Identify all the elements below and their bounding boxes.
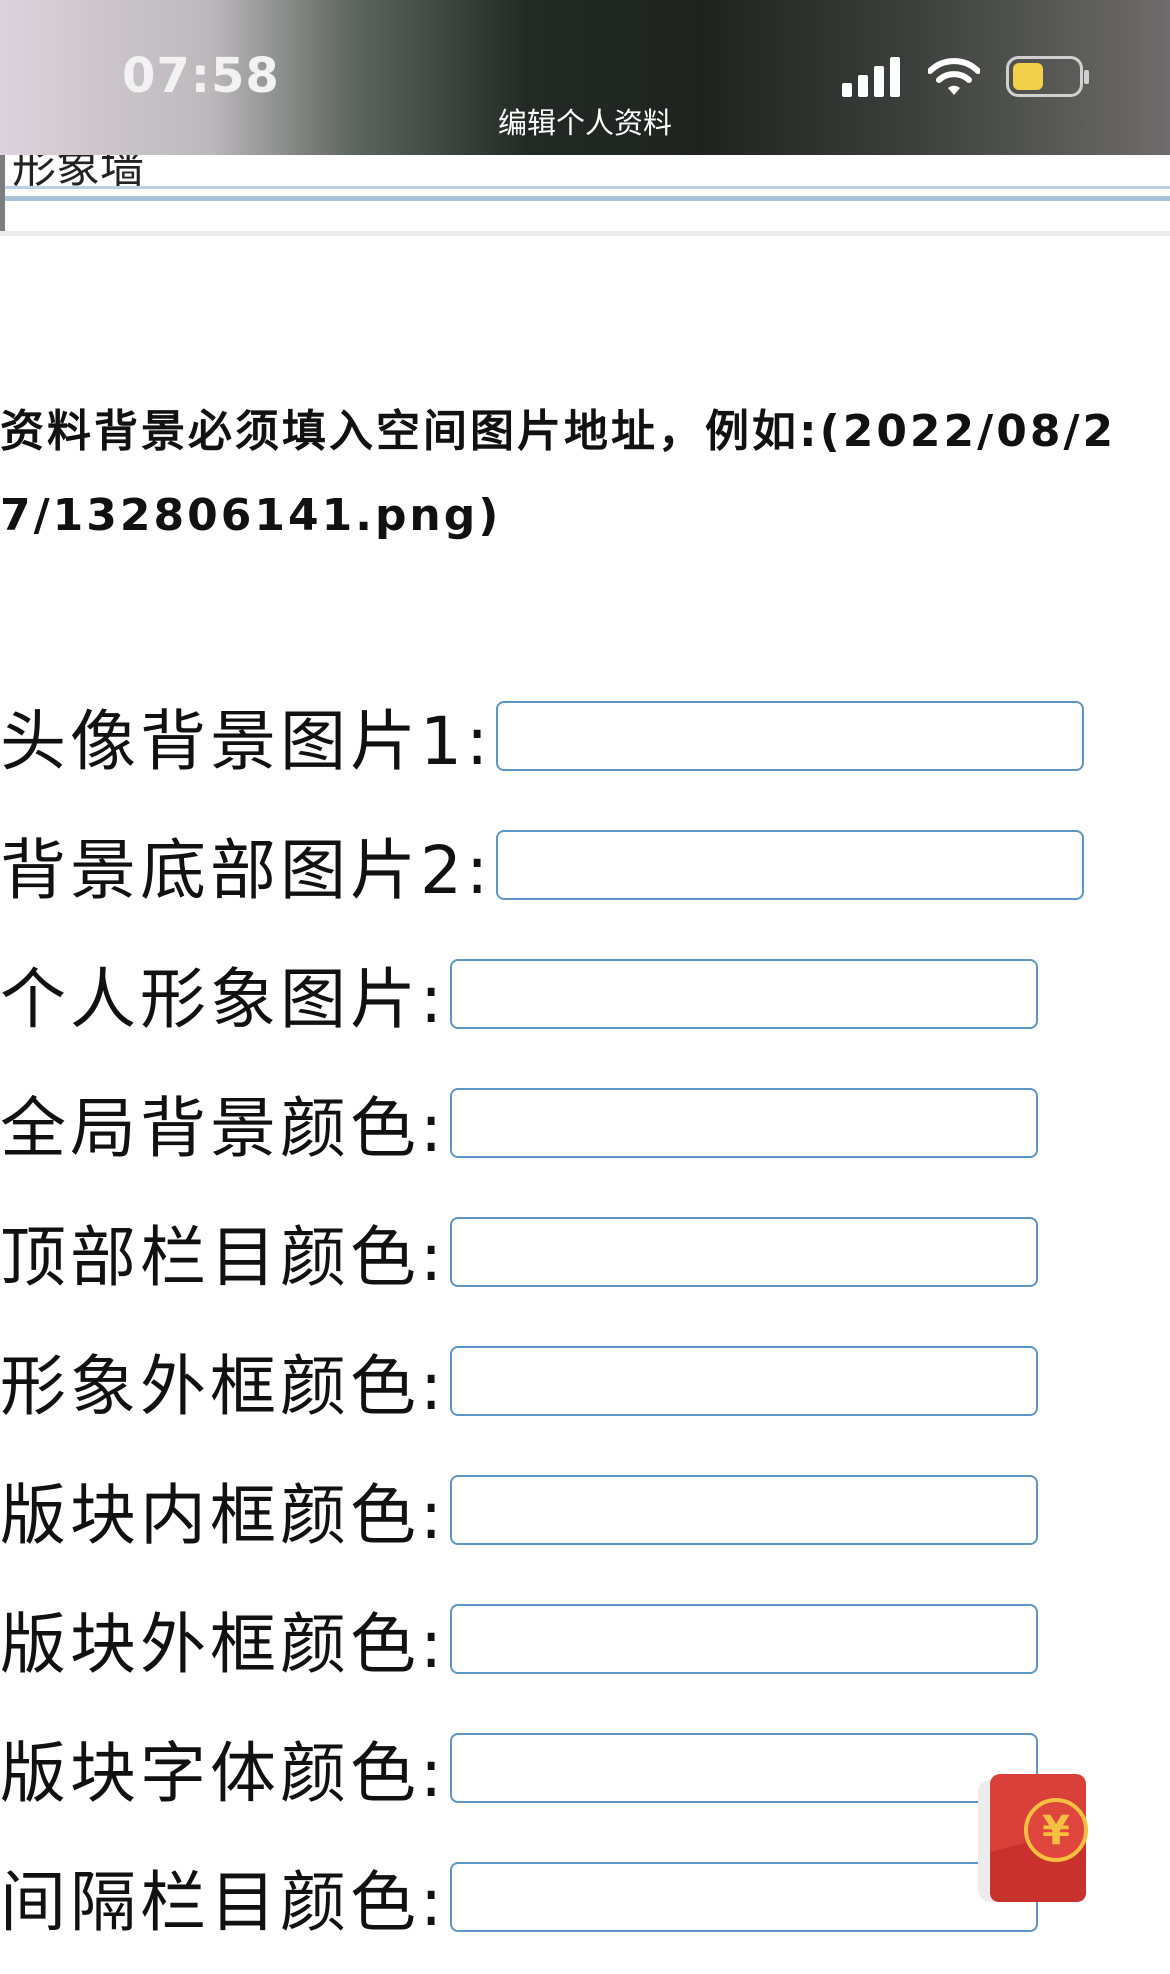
page-title: 编辑个人资料 <box>497 106 672 140</box>
divider-line <box>5 196 1170 201</box>
field-label: 版块字体颜色: <box>0 1735 447 1812</box>
field-label: 间隔栏目颜色: <box>0 1864 447 1941</box>
status-time: 07:58 <box>122 48 280 104</box>
block-outer-frame-color-input[interactable] <box>450 1604 1039 1674</box>
field-row-top-bar-color: 顶部栏目颜色: <box>0 1212 1039 1296</box>
field-label: 背景底部图片2: <box>0 832 493 909</box>
field-label: 全局背景颜色: <box>0 1090 447 1167</box>
global-bg-color-input[interactable] <box>450 1088 1039 1158</box>
field-row-separator-color: 间隔栏目颜色: <box>0 1857 1039 1941</box>
field-label: 个人形象图片: <box>0 961 447 1038</box>
field-label: 顶部栏目颜色: <box>0 1219 447 1296</box>
top-bar-color-input[interactable] <box>450 1217 1039 1287</box>
red-envelope-button[interactable]: ¥ <box>978 1772 1090 1906</box>
divider-line <box>0 231 1170 236</box>
field-row-profile-image: 个人形象图片: <box>0 954 1039 1038</box>
field-row-global-bg-color: 全局背景颜色: <box>0 1083 1039 1167</box>
field-label: 形象外框颜色: <box>0 1348 447 1425</box>
field-label: 头像背景图片1: <box>0 703 493 780</box>
block-font-color-input[interactable] <box>450 1733 1039 1803</box>
bg-bottom-image-2-input[interactable] <box>496 830 1085 900</box>
block-inner-frame-color-input[interactable] <box>450 1475 1039 1545</box>
divider-line <box>5 186 1170 189</box>
profile-frame-color-input[interactable] <box>450 1346 1039 1416</box>
previous-section: 形象墙 <box>0 142 1170 236</box>
section-left-border <box>0 155 5 235</box>
separator-color-input[interactable] <box>450 1862 1039 1932</box>
background-notice: 资料背景必须填入空间图片地址，例如:(2022/08/27/132806141.… <box>0 406 1117 541</box>
field-row-avatar-bg-image-1: 头像背景图片1: <box>0 696 1085 780</box>
status-icons <box>842 56 1090 98</box>
wifi-icon <box>928 58 980 95</box>
battery-icon <box>1006 56 1089 97</box>
profile-image-input[interactable] <box>450 959 1039 1029</box>
field-label: 版块内框颜色: <box>0 1477 447 1554</box>
signal-icon <box>842 57 900 97</box>
field-label: 版块外框颜色: <box>0 1606 447 1683</box>
currency-symbol: ¥ <box>1042 1808 1070 1854</box>
field-row-profile-frame-color: 形象外框颜色: <box>0 1341 1039 1425</box>
status-bar: 07:58 编辑个人资料 <box>0 0 1170 155</box>
field-row-block-outer-frame-color: 版块外框颜色: <box>0 1599 1039 1683</box>
avatar-bg-image-1-input[interactable] <box>496 701 1085 771</box>
red-envelope-icon: ¥ <box>978 1774 1088 1902</box>
field-row-block-inner-frame-color: 版块内框颜色: <box>0 1470 1039 1554</box>
field-row-bg-bottom-image-2: 背景底部图片2: <box>0 825 1085 909</box>
field-row-block-font-color: 版块字体颜色: <box>0 1728 1039 1812</box>
